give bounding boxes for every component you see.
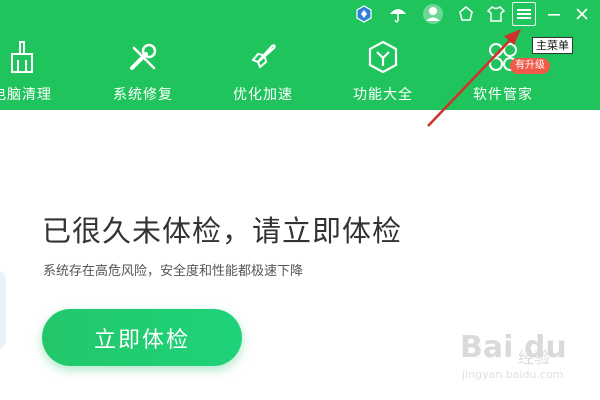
main-menu-tooltip: 主菜单	[532, 37, 573, 54]
broom-icon	[11, 41, 33, 73]
status-subtext: 系统存在高危风险，安全度和性能都极速下降	[43, 264, 304, 279]
nav-label: 电脑清理	[0, 87, 52, 103]
nav-system-repair[interactable]: 系统修复	[83, 38, 203, 106]
nav-optimize-speedup[interactable]: 优化加速	[203, 38, 323, 106]
security-shield-icon[interactable]	[352, 2, 376, 26]
header-bar: 电脑清理 系统修复 优化加速 功能大全 软件管家	[0, 0, 600, 110]
nav-feature-center[interactable]: 功能大全	[323, 38, 443, 106]
umbrella-icon[interactable]	[386, 2, 410, 26]
hamburger-icon	[517, 9, 531, 19]
close-button[interactable]	[570, 2, 594, 26]
close-icon	[576, 8, 588, 20]
main-menu-button[interactable]	[512, 2, 536, 26]
nav-computer-clean[interactable]: 电脑清理	[0, 38, 82, 106]
nav-label: 软件管家	[473, 87, 533, 103]
upgrade-badge: 有升级	[510, 58, 550, 74]
side-edge-decoration	[0, 270, 6, 350]
minimize-icon	[548, 14, 560, 16]
nav-label: 功能大全	[353, 87, 413, 103]
rocket-icon	[251, 44, 276, 69]
baidu-watermark: Bai du 经验 jingyan.baidu.com	[448, 330, 578, 390]
watermark-suffix: 经验	[518, 348, 551, 367]
skin-tool-icon[interactable]	[454, 2, 478, 26]
nav-label: 系统修复	[113, 87, 173, 103]
tshirt-skin-icon[interactable]	[484, 2, 508, 26]
cube-icon	[368, 40, 398, 74]
nav-label: 优化加速	[233, 87, 293, 103]
wrench-icon	[130, 43, 157, 70]
watermark-brand: Bai du	[460, 330, 567, 365]
user-avatar-icon[interactable]	[421, 2, 445, 26]
status-headline: 已很久未体检，请立即体检	[42, 214, 403, 248]
start-checkup-button[interactable]: 立即体检	[42, 309, 242, 366]
watermark-url: jingyan.baidu.com	[462, 368, 564, 381]
minimize-button[interactable]	[542, 2, 566, 26]
